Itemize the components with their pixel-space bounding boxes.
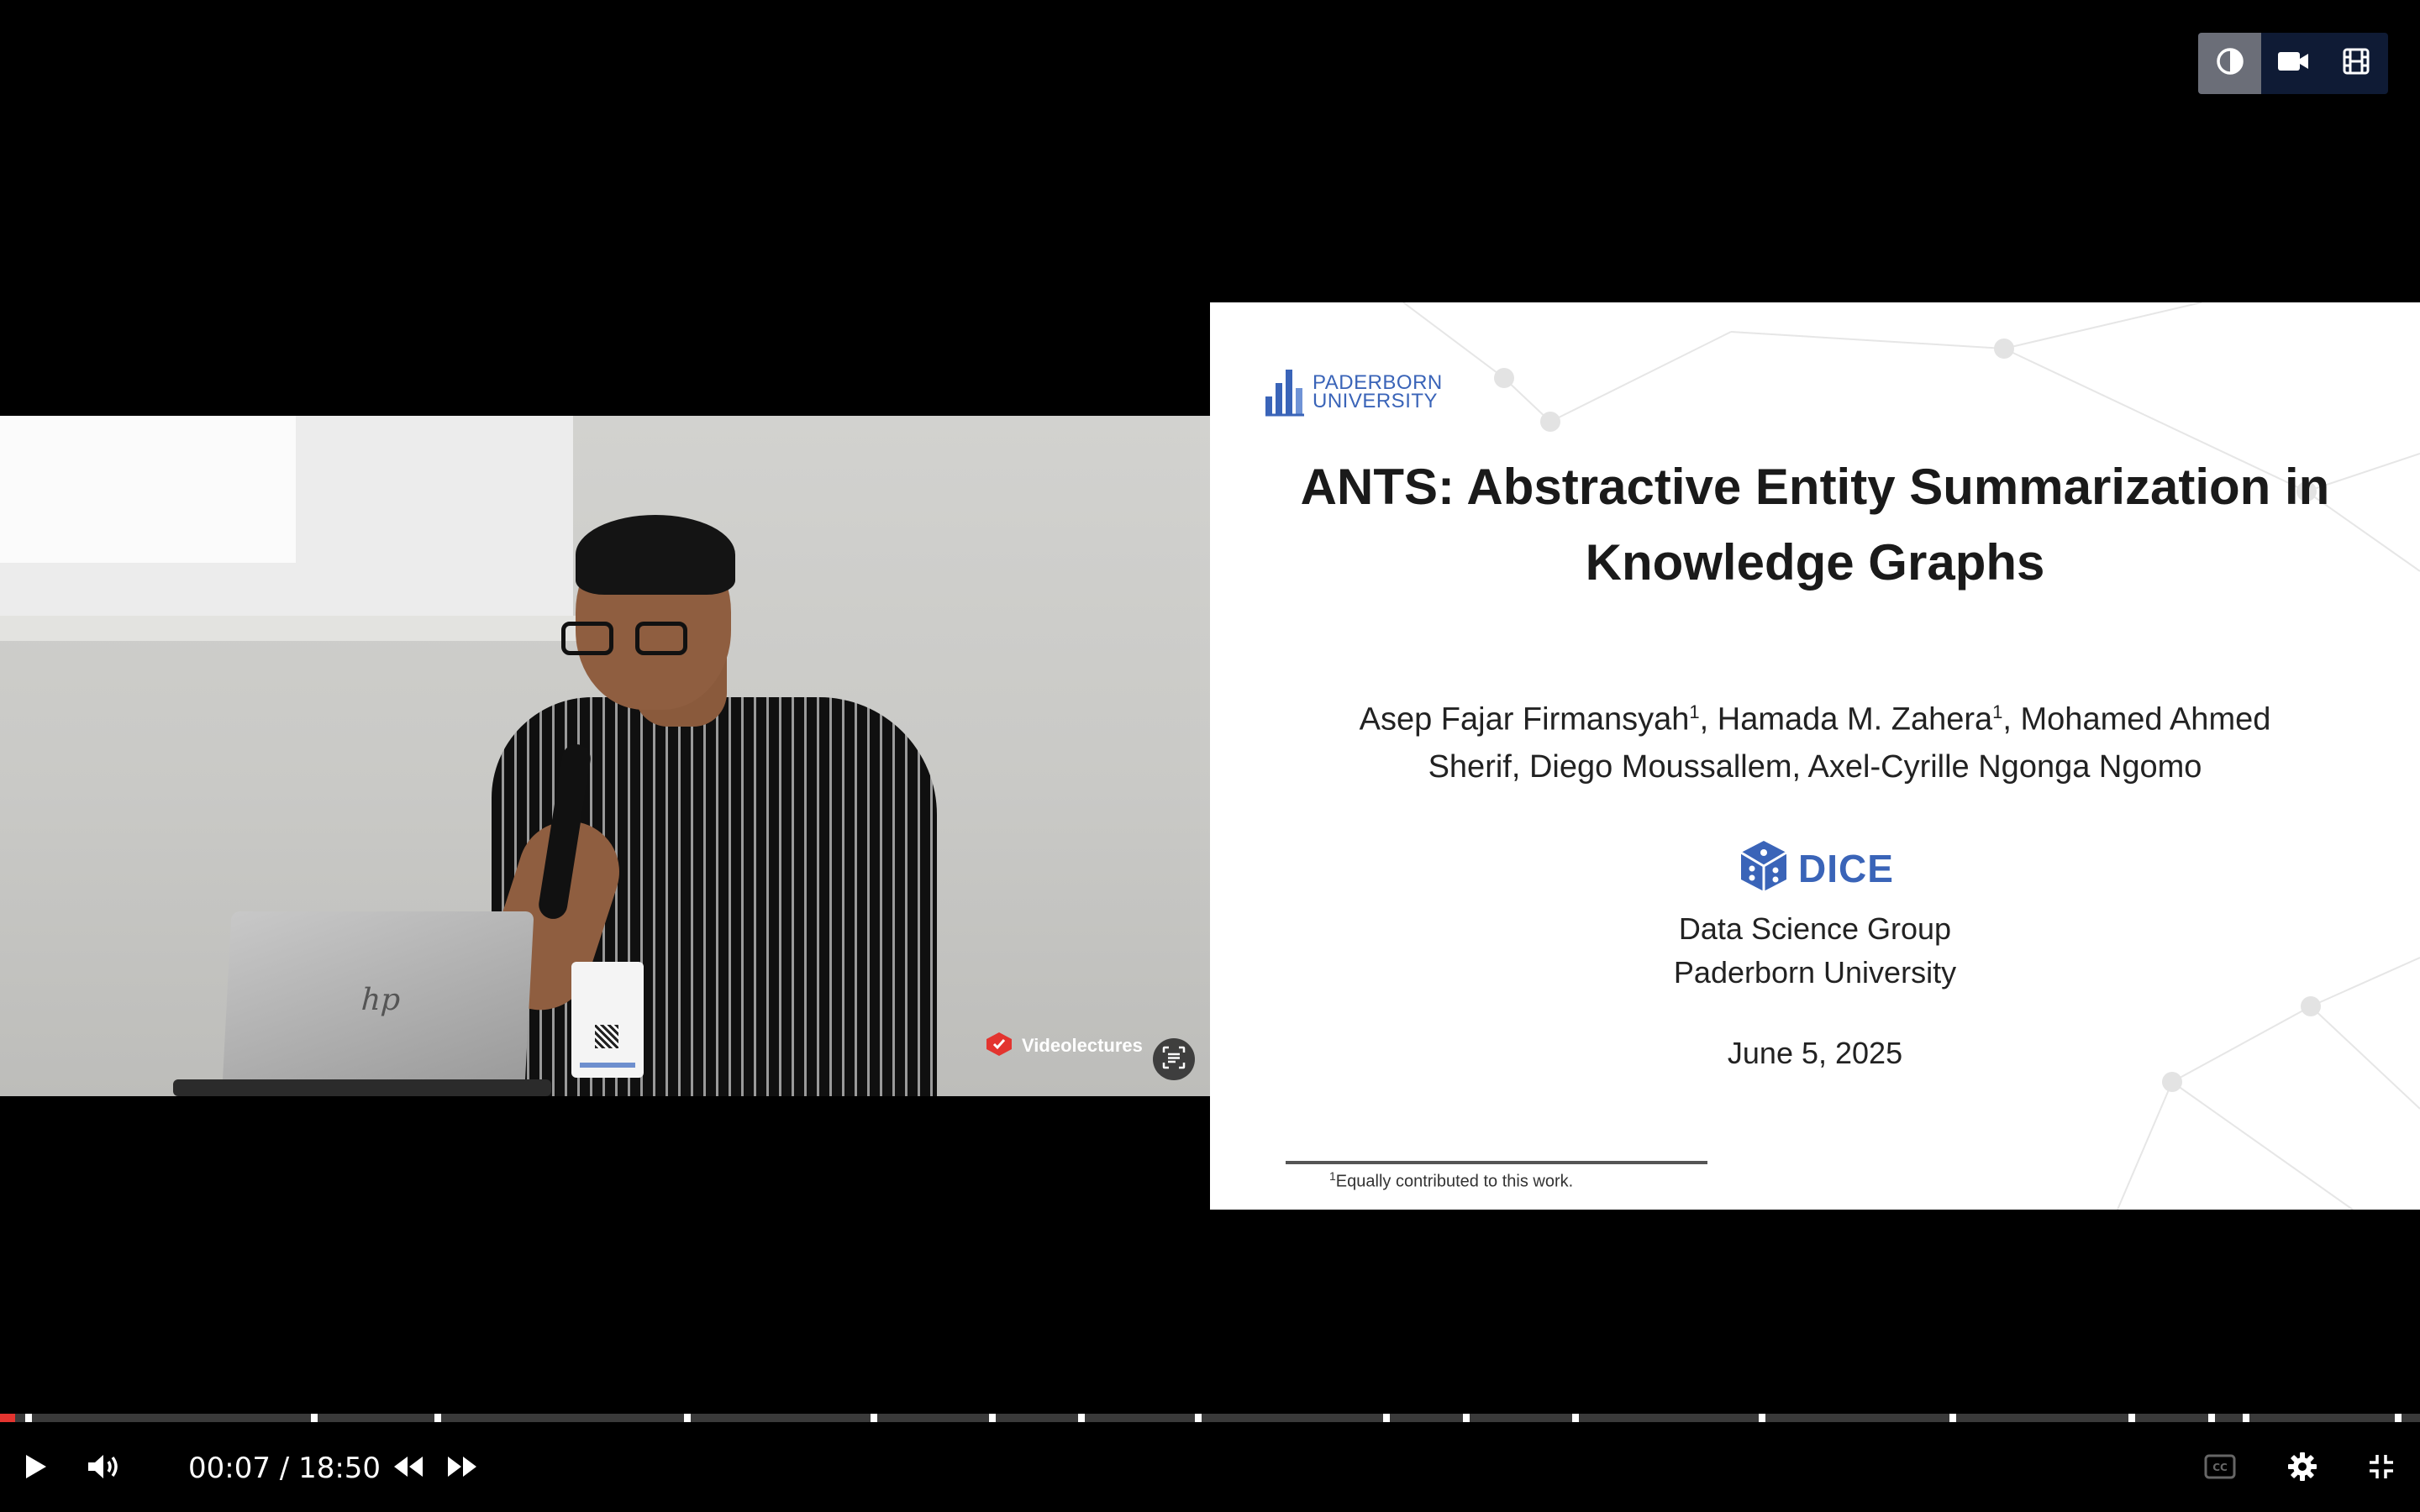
rewind-button[interactable] xyxy=(383,1443,434,1494)
speaker-glasses xyxy=(561,622,696,657)
group-line-1: Data Science Group xyxy=(1678,911,1952,946)
slide-title: ANTS: Abstractive Entity Summarization i… xyxy=(1244,449,2386,601)
projection-screen xyxy=(0,416,573,616)
chapter-marker[interactable] xyxy=(2395,1414,2402,1422)
chapter-marker[interactable] xyxy=(1463,1414,1470,1422)
slide-title-line-2: Knowledge Graphs xyxy=(1585,534,2045,591)
dice-logo: DICE xyxy=(1738,838,1894,898)
chapter-marker[interactable] xyxy=(25,1414,32,1422)
chapter-marker[interactable] xyxy=(1383,1414,1390,1422)
fast-forward-button[interactable] xyxy=(437,1443,487,1494)
presentation-slide: PADERBORN UNIVERSITY ANTS: Abstractive E… xyxy=(1210,302,2420,1210)
chapter-marker[interactable] xyxy=(311,1414,318,1422)
paderborn-logo-icon xyxy=(1264,363,1304,421)
dice-label: DICE xyxy=(1798,846,1894,890)
play-icon xyxy=(22,1452,49,1485)
play-button[interactable] xyxy=(10,1443,60,1494)
scan-text-button[interactable] xyxy=(1153,1038,1195,1080)
slide-title-line-1: ANTS: Abstractive Entity Summarization i… xyxy=(1300,459,2330,515)
chapter-marker[interactable] xyxy=(871,1414,877,1422)
laptop-logo: hp xyxy=(360,983,402,1017)
film-layout-button[interactable] xyxy=(2325,33,2388,94)
settings-button[interactable] xyxy=(2277,1443,2328,1494)
layout-toggle-group xyxy=(2198,33,2388,94)
speaker-video[interactable]: hp Videolectures xyxy=(0,416,1210,1096)
chapter-marker[interactable] xyxy=(2128,1414,2135,1422)
chapter-marker[interactable] xyxy=(434,1414,441,1422)
slide-footnote: 1Equally contributed to this work. xyxy=(1329,1169,1574,1191)
group-line-2: Paderborn University xyxy=(1673,955,1957,990)
progress-bar[interactable] xyxy=(0,1414,2420,1422)
slide-authors: Asep Fajar Firmansyah1, Hamada M. Zahera… xyxy=(1294,689,2336,790)
podium xyxy=(173,1079,551,1096)
chapter-marker[interactable] xyxy=(989,1414,996,1422)
fast-forward-icon xyxy=(446,1455,478,1483)
exit-fullscreen-icon xyxy=(2368,1453,2395,1484)
chapter-marker[interactable] xyxy=(1195,1414,1202,1422)
time-display: 00:07 / 18:50 xyxy=(188,1452,381,1485)
contrast-icon xyxy=(2215,46,2245,81)
volume-button[interactable] xyxy=(79,1443,129,1494)
chapter-marker[interactable] xyxy=(2243,1414,2249,1422)
video-camera-icon xyxy=(2276,49,2310,78)
authors-line-1: Asep Fajar Firmansyah1, Hamada M. Zahera… xyxy=(1359,701,2271,738)
contrast-toggle-button[interactable] xyxy=(2198,33,2262,94)
footnote-divider xyxy=(1286,1161,1707,1164)
paderborn-university-logo: PADERBORN UNIVERSITY xyxy=(1264,363,1443,421)
svg-text:CC: CC xyxy=(2212,1462,2228,1473)
film-icon xyxy=(2342,47,2370,80)
video-layout-button[interactable] xyxy=(2261,33,2324,94)
gear-icon xyxy=(2287,1452,2317,1486)
watermark-label: Videolectures xyxy=(1022,1035,1143,1056)
scan-text-icon xyxy=(1161,1045,1186,1074)
video-player[interactable]: hp Videolectures PADERBORN UNIVERSITY AN… xyxy=(0,0,2420,1512)
dice-cube-icon xyxy=(1738,838,1790,898)
conference-badge xyxy=(571,962,644,1078)
chapter-marker[interactable] xyxy=(1078,1414,1085,1422)
university-name: PADERBORN UNIVERSITY xyxy=(1313,370,1443,412)
control-bar: 00:07 / 18:50 CC xyxy=(0,1435,2420,1502)
chapter-marker[interactable] xyxy=(2208,1414,2215,1422)
closed-captions-icon: CC xyxy=(2204,1454,2236,1483)
duration: 18:50 xyxy=(298,1452,381,1485)
chapter-marker[interactable] xyxy=(684,1414,691,1422)
slide-affiliation: Data Science Group Paderborn University xyxy=(1210,907,2420,995)
progress-played xyxy=(0,1414,16,1422)
slide-date: June 5, 2025 xyxy=(1727,1036,1903,1070)
authors-line-2: Sherif, Diego Moussallem, Axel-Cyrille N… xyxy=(1428,748,2202,785)
closed-captions-button[interactable]: CC xyxy=(2195,1443,2245,1494)
chapter-marker[interactable] xyxy=(1949,1414,1956,1422)
exit-fullscreen-button[interactable] xyxy=(2356,1443,2407,1494)
laptop: hp xyxy=(222,911,534,1088)
rewind-icon xyxy=(392,1455,424,1483)
chapter-marker[interactable] xyxy=(1572,1414,1579,1422)
volume-icon xyxy=(86,1452,123,1485)
videolectures-watermark: Videolectures xyxy=(983,1031,1143,1061)
videolectures-logo-icon xyxy=(983,1031,1015,1062)
chapter-marker[interactable] xyxy=(1759,1414,1765,1422)
current-time: 00:07 xyxy=(188,1452,271,1485)
